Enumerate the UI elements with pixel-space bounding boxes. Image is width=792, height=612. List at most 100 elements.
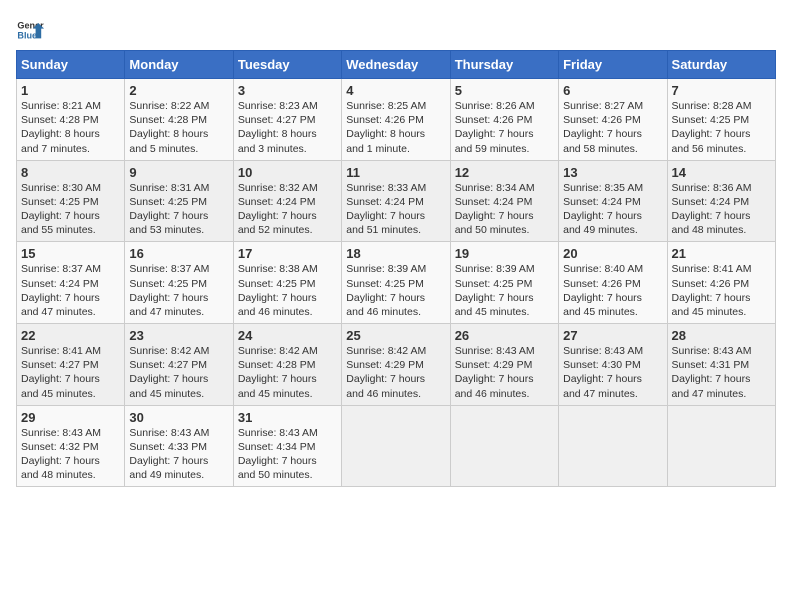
cell-content: Sunrise: 8:40 AM Sunset: 4:26 PM Dayligh… (563, 262, 662, 319)
day-number: 9 (129, 165, 228, 180)
header-sunday: Sunday (17, 51, 125, 79)
calendar-cell: 11Sunrise: 8:33 AM Sunset: 4:24 PM Dayli… (342, 160, 450, 242)
day-number: 15 (21, 246, 120, 261)
cell-content: Sunrise: 8:43 AM Sunset: 4:30 PM Dayligh… (563, 344, 662, 401)
cell-content: Sunrise: 8:37 AM Sunset: 4:24 PM Dayligh… (21, 262, 120, 319)
day-number: 18 (346, 246, 445, 261)
header: General Blue (16, 16, 776, 44)
calendar-cell: 16Sunrise: 8:37 AM Sunset: 4:25 PM Dayli… (125, 242, 233, 324)
day-number: 8 (21, 165, 120, 180)
day-number: 20 (563, 246, 662, 261)
cell-content: Sunrise: 8:21 AM Sunset: 4:28 PM Dayligh… (21, 99, 120, 156)
calendar-cell: 12Sunrise: 8:34 AM Sunset: 4:24 PM Dayli… (450, 160, 558, 242)
day-number: 16 (129, 246, 228, 261)
cell-content: Sunrise: 8:43 AM Sunset: 4:33 PM Dayligh… (129, 426, 228, 483)
calendar-cell: 5Sunrise: 8:26 AM Sunset: 4:26 PM Daylig… (450, 79, 558, 161)
cell-content: Sunrise: 8:30 AM Sunset: 4:25 PM Dayligh… (21, 181, 120, 238)
cell-content: Sunrise: 8:28 AM Sunset: 4:25 PM Dayligh… (672, 99, 771, 156)
calendar-cell: 30Sunrise: 8:43 AM Sunset: 4:33 PM Dayli… (125, 405, 233, 487)
cell-content: Sunrise: 8:27 AM Sunset: 4:26 PM Dayligh… (563, 99, 662, 156)
calendar-cell: 14Sunrise: 8:36 AM Sunset: 4:24 PM Dayli… (667, 160, 775, 242)
day-number: 25 (346, 328, 445, 343)
cell-content: Sunrise: 8:43 AM Sunset: 4:34 PM Dayligh… (238, 426, 337, 483)
week-row-5: 29Sunrise: 8:43 AM Sunset: 4:32 PM Dayli… (17, 405, 776, 487)
day-number: 2 (129, 83, 228, 98)
day-number: 13 (563, 165, 662, 180)
calendar-cell: 24Sunrise: 8:42 AM Sunset: 4:28 PM Dayli… (233, 324, 341, 406)
day-number: 29 (21, 410, 120, 425)
day-number: 7 (672, 83, 771, 98)
calendar-cell: 4Sunrise: 8:25 AM Sunset: 4:26 PM Daylig… (342, 79, 450, 161)
calendar-cell: 28Sunrise: 8:43 AM Sunset: 4:31 PM Dayli… (667, 324, 775, 406)
cell-content: Sunrise: 8:32 AM Sunset: 4:24 PM Dayligh… (238, 181, 337, 238)
cell-content: Sunrise: 8:31 AM Sunset: 4:25 PM Dayligh… (129, 181, 228, 238)
day-number: 4 (346, 83, 445, 98)
day-number: 10 (238, 165, 337, 180)
calendar-cell: 26Sunrise: 8:43 AM Sunset: 4:29 PM Dayli… (450, 324, 558, 406)
header-thursday: Thursday (450, 51, 558, 79)
generalblue-logo-icon: General Blue (16, 16, 44, 44)
day-number: 26 (455, 328, 554, 343)
day-number: 3 (238, 83, 337, 98)
day-number: 22 (21, 328, 120, 343)
day-number: 24 (238, 328, 337, 343)
calendar-cell: 17Sunrise: 8:38 AM Sunset: 4:25 PM Dayli… (233, 242, 341, 324)
day-number: 12 (455, 165, 554, 180)
day-number: 1 (21, 83, 120, 98)
week-row-4: 22Sunrise: 8:41 AM Sunset: 4:27 PM Dayli… (17, 324, 776, 406)
cell-content: Sunrise: 8:43 AM Sunset: 4:31 PM Dayligh… (672, 344, 771, 401)
cell-content: Sunrise: 8:43 AM Sunset: 4:32 PM Dayligh… (21, 426, 120, 483)
day-number: 11 (346, 165, 445, 180)
day-number: 27 (563, 328, 662, 343)
calendar-cell: 20Sunrise: 8:40 AM Sunset: 4:26 PM Dayli… (559, 242, 667, 324)
calendar-cell: 1Sunrise: 8:21 AM Sunset: 4:28 PM Daylig… (17, 79, 125, 161)
cell-content: Sunrise: 8:36 AM Sunset: 4:24 PM Dayligh… (672, 181, 771, 238)
day-number: 17 (238, 246, 337, 261)
header-wednesday: Wednesday (342, 51, 450, 79)
header-saturday: Saturday (667, 51, 775, 79)
calendar-cell: 22Sunrise: 8:41 AM Sunset: 4:27 PM Dayli… (17, 324, 125, 406)
calendar-cell (450, 405, 558, 487)
cell-content: Sunrise: 8:39 AM Sunset: 4:25 PM Dayligh… (346, 262, 445, 319)
cell-content: Sunrise: 8:42 AM Sunset: 4:28 PM Dayligh… (238, 344, 337, 401)
calendar-cell: 9Sunrise: 8:31 AM Sunset: 4:25 PM Daylig… (125, 160, 233, 242)
calendar-cell: 27Sunrise: 8:43 AM Sunset: 4:30 PM Dayli… (559, 324, 667, 406)
day-number: 14 (672, 165, 771, 180)
calendar-cell: 19Sunrise: 8:39 AM Sunset: 4:25 PM Dayli… (450, 242, 558, 324)
logo: General Blue (16, 16, 44, 44)
calendar-cell: 23Sunrise: 8:42 AM Sunset: 4:27 PM Dayli… (125, 324, 233, 406)
week-row-2: 8Sunrise: 8:30 AM Sunset: 4:25 PM Daylig… (17, 160, 776, 242)
day-number: 21 (672, 246, 771, 261)
cell-content: Sunrise: 8:23 AM Sunset: 4:27 PM Dayligh… (238, 99, 337, 156)
calendar-cell: 6Sunrise: 8:27 AM Sunset: 4:26 PM Daylig… (559, 79, 667, 161)
header-friday: Friday (559, 51, 667, 79)
cell-content: Sunrise: 8:42 AM Sunset: 4:27 PM Dayligh… (129, 344, 228, 401)
week-row-1: 1Sunrise: 8:21 AM Sunset: 4:28 PM Daylig… (17, 79, 776, 161)
cell-content: Sunrise: 8:22 AM Sunset: 4:28 PM Dayligh… (129, 99, 228, 156)
cell-content: Sunrise: 8:41 AM Sunset: 4:26 PM Dayligh… (672, 262, 771, 319)
cell-content: Sunrise: 8:25 AM Sunset: 4:26 PM Dayligh… (346, 99, 445, 156)
cell-content: Sunrise: 8:43 AM Sunset: 4:29 PM Dayligh… (455, 344, 554, 401)
cell-content: Sunrise: 8:38 AM Sunset: 4:25 PM Dayligh… (238, 262, 337, 319)
calendar-cell: 10Sunrise: 8:32 AM Sunset: 4:24 PM Dayli… (233, 160, 341, 242)
day-number: 31 (238, 410, 337, 425)
cell-content: Sunrise: 8:41 AM Sunset: 4:27 PM Dayligh… (21, 344, 120, 401)
cell-content: Sunrise: 8:37 AM Sunset: 4:25 PM Dayligh… (129, 262, 228, 319)
cell-content: Sunrise: 8:35 AM Sunset: 4:24 PM Dayligh… (563, 181, 662, 238)
cell-content: Sunrise: 8:42 AM Sunset: 4:29 PM Dayligh… (346, 344, 445, 401)
header-tuesday: Tuesday (233, 51, 341, 79)
day-number: 19 (455, 246, 554, 261)
calendar-cell: 2Sunrise: 8:22 AM Sunset: 4:28 PM Daylig… (125, 79, 233, 161)
calendar-cell: 13Sunrise: 8:35 AM Sunset: 4:24 PM Dayli… (559, 160, 667, 242)
calendar-cell: 3Sunrise: 8:23 AM Sunset: 4:27 PM Daylig… (233, 79, 341, 161)
day-number: 23 (129, 328, 228, 343)
cell-content: Sunrise: 8:33 AM Sunset: 4:24 PM Dayligh… (346, 181, 445, 238)
svg-text:Blue: Blue (17, 30, 37, 40)
calendar-cell: 8Sunrise: 8:30 AM Sunset: 4:25 PM Daylig… (17, 160, 125, 242)
calendar-header-row: SundayMondayTuesdayWednesdayThursdayFrid… (17, 51, 776, 79)
day-number: 30 (129, 410, 228, 425)
cell-content: Sunrise: 8:26 AM Sunset: 4:26 PM Dayligh… (455, 99, 554, 156)
calendar-cell: 25Sunrise: 8:42 AM Sunset: 4:29 PM Dayli… (342, 324, 450, 406)
day-number: 5 (455, 83, 554, 98)
cell-content: Sunrise: 8:34 AM Sunset: 4:24 PM Dayligh… (455, 181, 554, 238)
